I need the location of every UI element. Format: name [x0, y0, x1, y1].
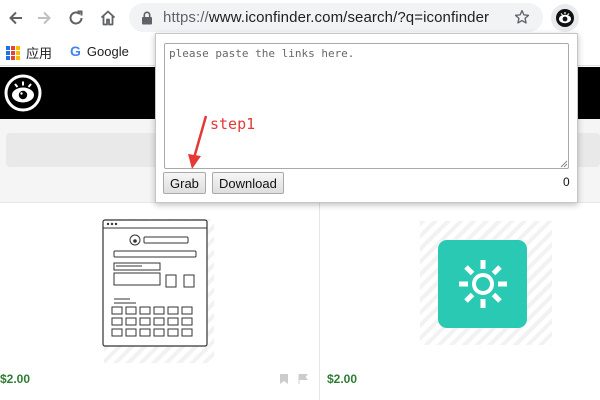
arrow-right-icon	[38, 11, 51, 25]
price-label: $2.00	[0, 372, 31, 386]
browser-toolbar: https://www.iconfinder.com/search/?q=ico…	[0, 0, 600, 36]
home-icon	[100, 10, 116, 26]
google-icon: G	[70, 43, 81, 59]
bookmark-apps[interactable]: 应用	[6, 43, 52, 62]
bookmark-label: Google	[86, 43, 129, 59]
resize-grip-icon[interactable]	[559, 159, 568, 168]
bookmark-icon[interactable]	[279, 373, 289, 385]
url-host-path: www.iconfinder.com/search/?q=iconfinder	[208, 9, 490, 26]
url-text: https://www.iconfinder.com/search/?q=ico…	[163, 9, 489, 26]
lock-icon	[142, 11, 152, 25]
back-button[interactable]	[4, 6, 28, 30]
link-count: 0	[563, 175, 570, 189]
arrow-left-icon	[9, 11, 22, 25]
price-label: $2.00	[327, 372, 358, 386]
reload-button[interactable]	[64, 6, 88, 30]
result-card[interactable]: $2.00	[0, 203, 319, 400]
flag-icon[interactable]	[297, 373, 309, 385]
card-actions	[279, 373, 309, 385]
address-bar[interactable]: https://www.iconfinder.com/search/?q=ico…	[129, 3, 543, 32]
download-button[interactable]: Download	[212, 172, 284, 194]
sun-icon	[458, 260, 507, 308]
apps-grid-icon	[6, 45, 20, 60]
links-textarea[interactable]	[164, 43, 569, 169]
site-logo-icon[interactable]	[4, 74, 42, 112]
iconfinder-logo-icon	[556, 9, 574, 27]
bookmark-label: 应用	[26, 46, 53, 61]
teal-tile	[438, 240, 527, 328]
url-scheme: https://	[163, 9, 209, 26]
home-button[interactable]	[96, 6, 120, 30]
forward-button[interactable]	[32, 6, 56, 30]
browser-window: https://www.iconfinder.com/search/?q=ico…	[0, 0, 600, 400]
result-card[interactable]: $2.00	[320, 203, 600, 400]
bookmark-star-icon[interactable]	[514, 9, 530, 25]
bookmark-google[interactable]: G Google	[70, 43, 129, 59]
extension-button[interactable]	[551, 4, 579, 32]
annotation-label: step1	[210, 115, 256, 133]
app-mockup-icon	[102, 219, 208, 347]
grab-button[interactable]: Grab	[163, 172, 206, 194]
reload-icon	[69, 10, 83, 25]
